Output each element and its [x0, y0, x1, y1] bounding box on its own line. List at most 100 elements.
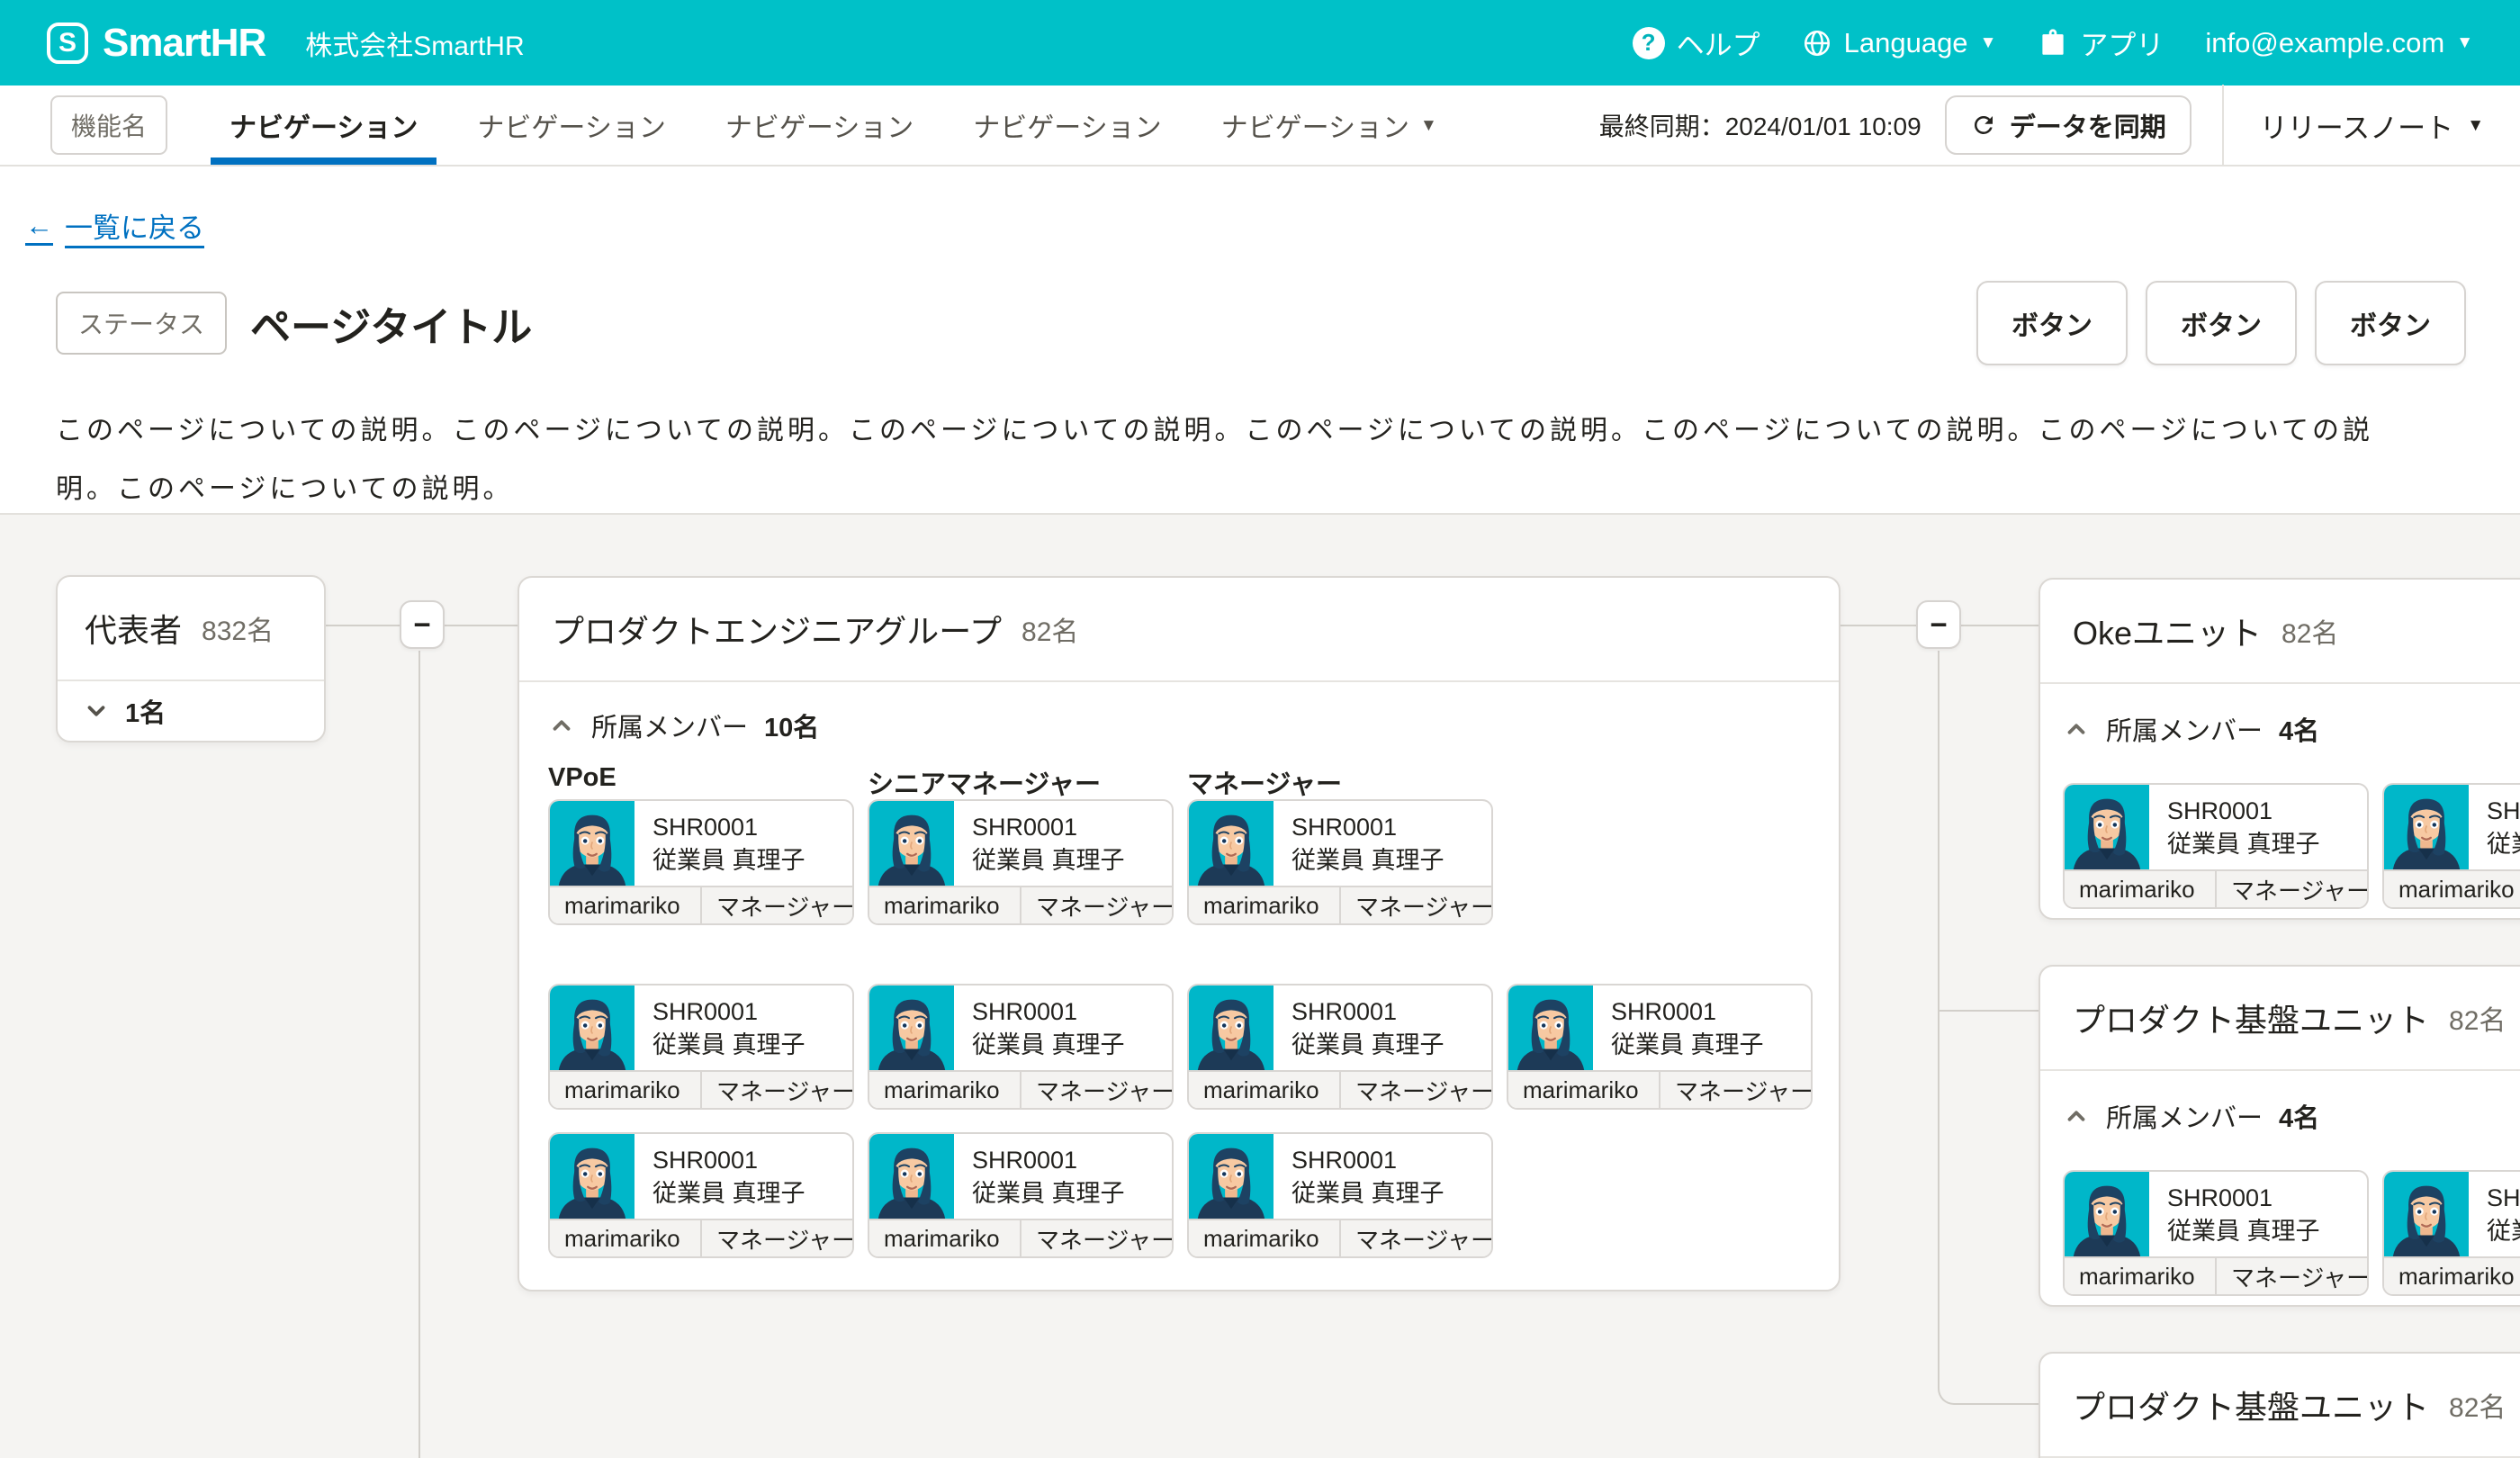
caret-down-icon: ▼: [2467, 117, 2484, 134]
nav-tab-1[interactable]: ナビゲーション: [200, 86, 447, 165]
member-row: SHR0001 従業員 真理子 marimariko マネージャー: [548, 799, 1810, 925]
members-section-toggle[interactable]: 所属メンバー 4名: [2063, 1098, 2520, 1134]
employee-card[interactable]: SHR0001 従業員 真理子 marimariko マネージャー: [1187, 1132, 1493, 1258]
employee-card[interactable]: SHR0001 従業員 真理子 marimariko マネージャー: [548, 1132, 854, 1258]
employee-card-footer: marimariko マネージャー: [2384, 869, 2520, 907]
employee-name: 従業員 真理子: [1611, 1029, 1764, 1062]
collapse-button-right[interactable]: −: [1916, 600, 1961, 649]
unit-node-card-2[interactable]: プロダクト基盤ユニット 82名 所属メンバー 4名: [2038, 965, 2520, 1307]
collapse-button-left[interactable]: −: [400, 600, 445, 649]
account-email: info@example.com: [2205, 27, 2444, 59]
employee-card[interactable]: SHR0001 従業員 真理子 marimariko マネージャー: [868, 1132, 1174, 1258]
globe-icon: [1802, 28, 1832, 58]
release-notes-dropdown[interactable]: リリースノート ▼: [2224, 105, 2520, 146]
nav-tab-2[interactable]: ナビゲーション: [447, 86, 695, 165]
unit-node-count: 82名: [2449, 1385, 2506, 1425]
employee-username: marimariko: [1508, 1072, 1660, 1108]
smarthr-logo-icon: S: [47, 22, 88, 64]
employee-card-footer: marimariko マネージャー: [869, 1219, 1172, 1256]
apps-menu-item[interactable]: アプリ: [2038, 22, 2164, 63]
employee-card[interactable]: SHR0001 従業員 真理子 marimariko マネージャー: [1187, 984, 1493, 1110]
language-label: Language: [1844, 27, 1968, 59]
members-section-toggle[interactable]: 所属メンバー 10名: [548, 707, 1810, 743]
employee-info: SHR0001 従業員 真理子: [954, 801, 1125, 886]
employee-card-top: SHR0001 従業員 真理子: [1189, 801, 1491, 886]
group-node-card[interactable]: プロダクトエンジニアグループ 82名 所属メンバー 10名 VPoE シニアマネ…: [518, 576, 1840, 1292]
root-node-expander[interactable]: 1名: [58, 681, 324, 741]
employee-card[interactable]: SHR0001 従業員 真理子 marimariko マネージャー: [2382, 783, 2520, 909]
nav-tab-label: ナビゲーション: [973, 105, 1161, 145]
nav-tab-3[interactable]: ナビゲーション: [696, 86, 943, 165]
page-title: ページタイトル: [250, 294, 532, 353]
employee-info: SHR0001 従業員 真理子: [1593, 986, 1764, 1070]
caret-down-icon: ▼: [1980, 34, 1997, 51]
employee-card[interactable]: SHR0001 従業員 真理子 marimariko マネージャー: [868, 799, 1174, 925]
action-button-3[interactable]: ボタン: [2315, 281, 2466, 365]
employee-code: SHR0001: [652, 1144, 806, 1177]
employee-card[interactable]: SHR0001 従業員 真理子 marimariko マネージャー: [1187, 799, 1493, 925]
root-node-count: 832名: [202, 608, 274, 648]
employee-username: marimariko: [869, 1072, 1022, 1108]
root-node-card[interactable]: 代表者 832名 1名: [56, 575, 326, 742]
employee-card[interactable]: SHR0001 従業員 真理子 marimariko マネージャー: [2063, 1170, 2369, 1296]
employee-card[interactable]: SHR0001 従業員 真理子 marimariko マネージャー: [548, 799, 854, 925]
employee-info: SHR0001 従業員 真理子: [634, 986, 806, 1070]
back-to-list-label: 一覧に戻る: [65, 205, 204, 246]
employee-avatar: [1508, 986, 1593, 1070]
release-notes-label: リリースノート: [2260, 105, 2453, 146]
unit-node-title: プロダクト基盤ユニット: [2073, 994, 2429, 1041]
avatar-illustration-icon: [2384, 1172, 2469, 1256]
employee-card[interactable]: SHR0001 従業員 真理子 marimariko マネージャー: [1507, 984, 1813, 1110]
employee-card[interactable]: SHR0001 従業員 真理子 marimariko マネージャー: [548, 984, 854, 1110]
unit-node-card-3[interactable]: プロダクト基盤ユニット 82名: [2038, 1352, 2520, 1458]
nav-tab-4[interactable]: ナビゲーション: [943, 86, 1191, 165]
nav-tab-5-dropdown[interactable]: ナビゲーション ▼: [1192, 86, 1467, 165]
employee-code: SHR0001: [2487, 1182, 2520, 1215]
employee-card-footer: marimariko マネージャー: [869, 886, 1172, 923]
members-label: 所属メンバー: [591, 706, 748, 744]
employee-info: SHR0001 従業員 真理子: [954, 986, 1125, 1070]
employee-card[interactable]: SHR0001 従業員 真理子 marimariko マネージャー: [2063, 783, 2369, 909]
employee-card-top: SHR0001 従業員 真理子: [550, 986, 852, 1070]
avatar-illustration-icon: [1189, 801, 1274, 886]
member-row: SHR0001 従業員 真理子 marimariko マネージャー: [2063, 1170, 2520, 1296]
language-menu-item[interactable]: Language ▼: [1802, 27, 1997, 59]
action-button-1[interactable]: ボタン: [1976, 281, 2128, 365]
employee-name: 従業員 真理子: [652, 844, 806, 878]
nav-tab-label: ナビゲーション: [230, 105, 418, 145]
employee-card[interactable]: SHR0001 従業員 真理子 marimariko マネージャー: [2382, 1170, 2520, 1296]
employee-info: SHR0001 従業員 真理子: [1274, 1134, 1444, 1219]
employee-card-footer: marimariko マネージャー: [1189, 1219, 1491, 1256]
employee-username: marimariko: [869, 887, 1022, 923]
help-menu-item[interactable]: ? ヘルプ: [1633, 22, 1760, 63]
root-node-title: 代表者: [85, 605, 182, 652]
caret-down-icon: ▼: [2456, 34, 2473, 51]
account-menu-item[interactable]: info@example.com ▼: [2205, 27, 2473, 59]
smarthr-logo-text: SmartHR: [103, 21, 266, 66]
page-actions: ボタン ボタン ボタン: [1976, 281, 2466, 365]
employee-card[interactable]: SHR0001 従業員 真理子 marimariko マネージャー: [868, 984, 1174, 1110]
employee-role: マネージャー: [1341, 1220, 1491, 1256]
employee-avatar: [550, 1134, 634, 1219]
avatar-illustration-icon: [2384, 785, 2469, 869]
employee-username: marimariko: [2065, 1258, 2217, 1294]
employee-username: marimariko: [550, 1072, 702, 1108]
action-button-2[interactable]: ボタン: [2146, 281, 2297, 365]
back-to-list-link[interactable]: ← 一覧に戻る: [25, 205, 204, 246]
smarthr-logo[interactable]: S SmartHR: [47, 21, 266, 66]
smarthr-org-chart-screen: S SmartHR 株式会社SmartHR ? ヘルプ Language ▼ ア…: [0, 0, 2520, 1458]
company-name: 株式会社SmartHR: [305, 23, 524, 63]
chevron-down-icon: [83, 698, 110, 724]
members-section-toggle[interactable]: 所属メンバー 4名: [2063, 711, 2520, 747]
avatar-illustration-icon: [2065, 785, 2149, 869]
employee-role: マネージャー: [1022, 1072, 1172, 1108]
unit-node-title: プロダクト基盤ユニット: [2073, 1382, 2429, 1428]
employee-code: SHR0001: [972, 1144, 1125, 1177]
avatar-illustration-icon: [1508, 986, 1593, 1070]
employee-role: マネージャー: [2217, 1258, 2367, 1294]
employee-role: マネージャー: [1022, 887, 1172, 923]
sync-data-button[interactable]: データを同期: [1945, 95, 2192, 155]
unit-node-card-1[interactable]: Okeユニット 82名 所属メンバー 4名: [2038, 578, 2520, 920]
chevron-up-icon: [2063, 716, 2090, 742]
back-row: ← 一覧に戻る: [25, 205, 204, 246]
